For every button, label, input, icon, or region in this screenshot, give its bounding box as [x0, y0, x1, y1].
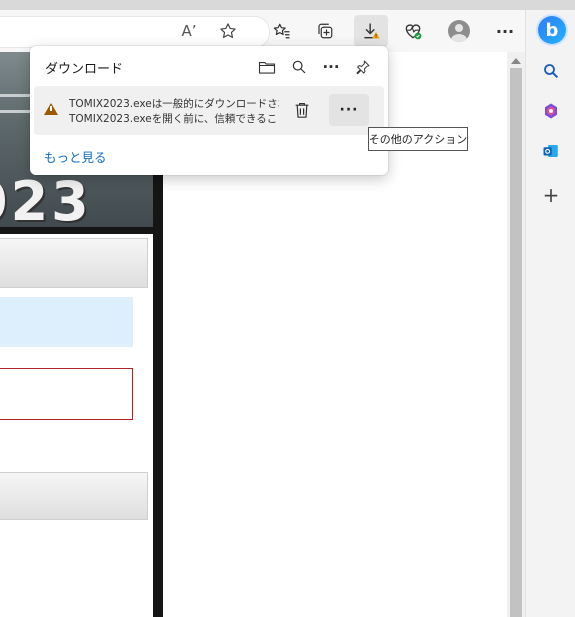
- scroll-up-arrow-icon[interactable]: [511, 58, 521, 64]
- more-icon[interactable]: ···: [490, 16, 520, 46]
- alert-box: [0, 368, 133, 420]
- read-aloud-icon[interactable]: Aʼ: [174, 16, 204, 46]
- delete-trash-icon[interactable]: [290, 98, 314, 122]
- avatar: [448, 20, 470, 42]
- vertical-scrollbar[interactable]: [507, 52, 525, 617]
- scroll-thumb[interactable]: [510, 68, 522, 617]
- search-icon[interactable]: [540, 60, 562, 82]
- download-icon[interactable]: [354, 15, 388, 47]
- pin-icon[interactable]: [350, 54, 376, 80]
- page-panel: [0, 234, 153, 617]
- downloads-title: ダウンロード: [45, 62, 124, 77]
- office-icon[interactable]: [540, 100, 562, 122]
- favorites-icon[interactable]: [267, 16, 297, 46]
- page-button[interactable]: [0, 238, 148, 288]
- browser-essentials-icon[interactable]: [398, 16, 428, 46]
- download-item-warning: TOMIX2023.exeを開く前に、信頼できること: [69, 113, 279, 125]
- download-item-status: TOMIX2023.exeは一般的にダウンロードされ: [69, 98, 279, 110]
- downloads-more-icon[interactable]: ···: [318, 54, 344, 80]
- window-top-strip: [0, 0, 575, 10]
- profile-icon[interactable]: [444, 16, 474, 46]
- bing-glyph: b: [545, 19, 559, 41]
- favorite-star-icon[interactable]: [213, 16, 243, 46]
- bing-copilot-icon[interactable]: b: [538, 16, 566, 44]
- more-glyph: ···: [495, 21, 515, 41]
- edge-sidebar: b +: [525, 10, 575, 617]
- downloads-flyout: ダウンロード ··· TOMIX2023.exeは一般的にダウンロードされ TO…: [30, 46, 388, 175]
- add-glyph: +: [542, 183, 560, 207]
- downloads-more-glyph: ···: [322, 58, 340, 76]
- outlook-icon[interactable]: [540, 140, 562, 162]
- hero-text: 023: [0, 170, 92, 227]
- download-item[interactable]: TOMIX2023.exeは一般的にダウンロードされ TOMIX2023.exe…: [34, 86, 384, 135]
- info-box: [0, 297, 133, 347]
- more-actions-glyph: ···: [339, 102, 359, 118]
- read-aloud-glyph: Aʼ: [181, 22, 197, 40]
- add-icon[interactable]: +: [540, 183, 562, 207]
- see-more-link[interactable]: もっと見る: [44, 147, 107, 166]
- open-folder-icon[interactable]: [254, 54, 280, 80]
- page-button[interactable]: [0, 472, 148, 520]
- warning-icon: [44, 103, 58, 115]
- more-actions-button[interactable]: ···: [329, 94, 369, 126]
- search-downloads-icon[interactable]: [286, 54, 312, 80]
- collections-icon[interactable]: [310, 16, 340, 46]
- more-actions-tooltip: その他のアクション: [368, 127, 468, 151]
